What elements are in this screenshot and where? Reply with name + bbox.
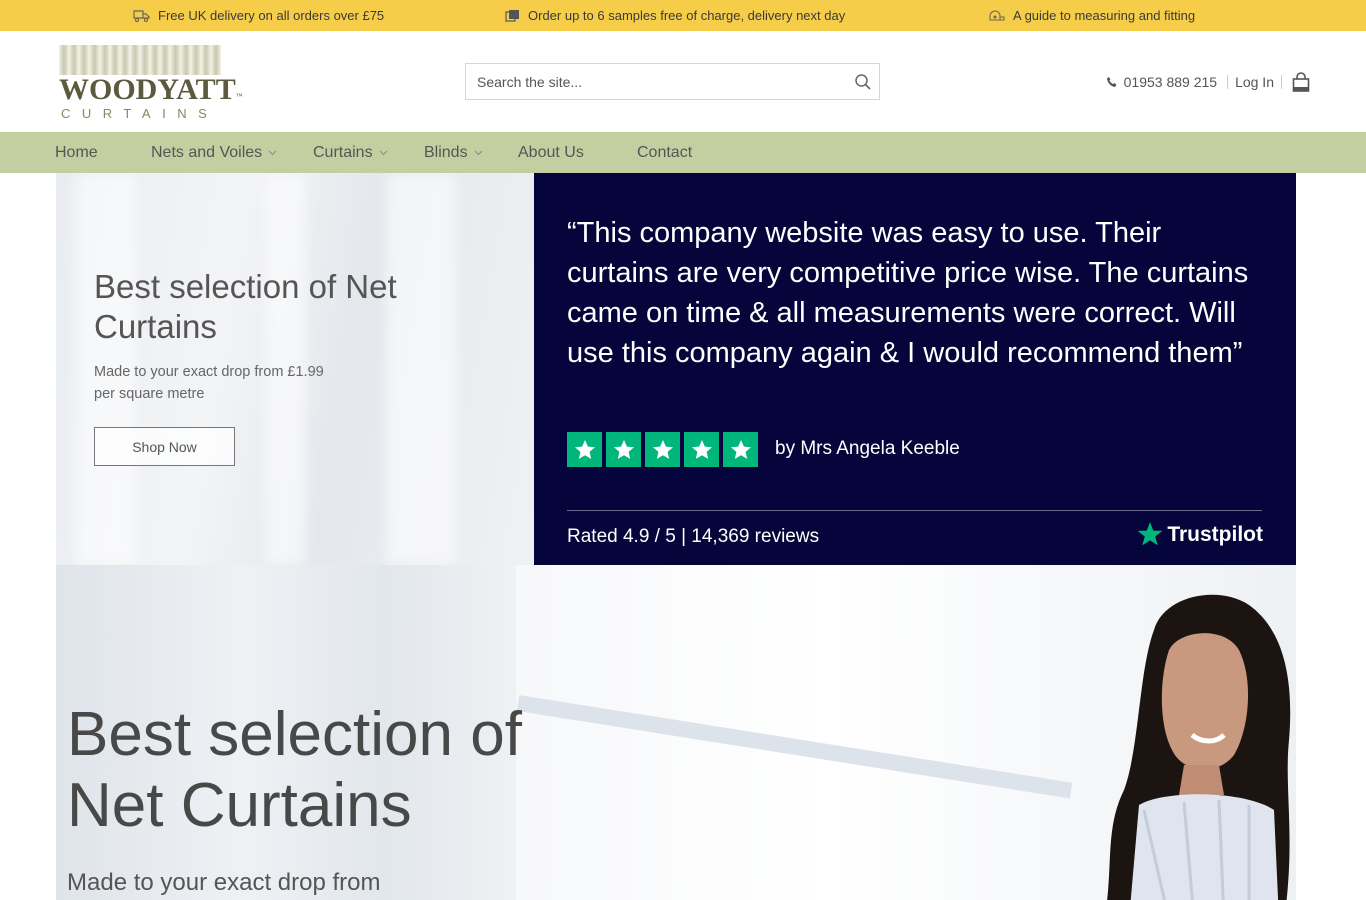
nav-label: Home [55, 143, 98, 161]
nav-item-nets-and-voiles[interactable]: Nets and Voiles [151, 132, 277, 173]
star-icon [684, 432, 719, 467]
nav-label: Contact [637, 143, 693, 161]
phone-number: 01953 889 215 [1123, 74, 1218, 90]
nav-label: Blinds [424, 143, 468, 161]
banner-title: Best selection of Net Curtains [94, 268, 397, 345]
announcement-bar: Free UK delivery on all orders over £75 … [0, 0, 1366, 31]
header-divider [1227, 75, 1229, 89]
trustpilot-logo[interactable]: Trustpilot [1136, 521, 1263, 548]
hero-title: Best selection of Net Curtains [67, 700, 522, 840]
login-link[interactable]: Log In [1235, 74, 1274, 90]
delivery-message[interactable]: Free UK delivery on all orders over £75 [133, 0, 384, 31]
logo-wordmark: WOODYATT™ [59, 73, 243, 106]
trustpilot-wordmark: Trustpilot [1167, 522, 1263, 546]
nav-item-about-us[interactable]: About Us [518, 132, 584, 173]
hero-subtitle: Made to your exact drop from [67, 869, 381, 896]
phone-icon [1106, 77, 1117, 87]
header-actions: 01953 889 215 Log In [1106, 71, 1310, 93]
site-header: WOODYATT™ CURTAINS 01953 889 215 Log In [0, 31, 1366, 132]
review-author: by Mrs Angela Keeble [775, 438, 960, 459]
chevron-down-icon [474, 150, 482, 155]
swatch-icon [505, 10, 519, 22]
nav-label: Nets and Voiles [151, 143, 263, 161]
delivery-text: Free UK delivery on all orders over £75 [158, 8, 385, 23]
site-logo[interactable]: WOODYATT™ CURTAINS [59, 45, 243, 121]
nav-item-home[interactable]: Home [55, 132, 98, 173]
curtain-drape [386, 173, 456, 565]
nav-label: Curtains [313, 143, 373, 161]
woman-photo [1107, 594, 1291, 900]
nav-item-blinds[interactable]: Blinds [424, 132, 483, 173]
star-icon [606, 432, 641, 467]
search-input[interactable] [466, 64, 846, 99]
tape-measure-icon [989, 10, 1005, 21]
star-rating [567, 432, 758, 467]
logo-subtitle: CURTAINS [61, 106, 219, 121]
trustpilot-review[interactable]: “This company website was easy to use. T… [534, 173, 1296, 565]
star-icon [723, 432, 758, 467]
star-icon [567, 432, 602, 467]
shop-now-button[interactable]: Shop Now [94, 427, 235, 466]
star-icon [645, 432, 680, 467]
net-curtains-banner[interactable]: Best selection of Net Curtains Made to y… [56, 173, 534, 565]
guide-message[interactable]: A guide to measuring and fitting [989, 0, 1195, 31]
truck-icon [133, 9, 150, 22]
nav-item-curtains[interactable]: Curtains [313, 132, 388, 173]
samples-text: Order up to 6 samples free of charge, de… [528, 8, 846, 23]
basket-icon[interactable] [1292, 72, 1310, 92]
main-nav: Home Nets and Voiles Curtains Blinds Abo… [0, 132, 1366, 173]
review-rating: Rated 4.9 / 5 | 14,369 reviews [567, 526, 820, 547]
header-divider [1281, 75, 1282, 89]
logo-pleats [59, 45, 221, 75]
guide-text: A guide to measuring and fitting [1013, 8, 1196, 23]
search-button[interactable] [853, 72, 873, 92]
trustpilot-star-icon [1137, 522, 1163, 546]
review-divider [567, 510, 1262, 511]
chevron-down-icon [379, 150, 387, 155]
review-quote: “This company website was easy to use. T… [567, 217, 1249, 369]
nav-item-contact[interactable]: Contact [637, 132, 692, 173]
nav-label: About Us [518, 143, 584, 161]
chevron-down-icon [268, 150, 277, 155]
net-curtains-hero[interactable]: Best selection of Net Curtains Made to y… [56, 565, 1296, 900]
banner-subtitle: Made to your exact drop from £1.99 per s… [94, 364, 324, 402]
search-box [465, 63, 880, 100]
samples-message[interactable]: Order up to 6 samples free of charge, de… [505, 0, 845, 31]
phone-link[interactable]: 01953 889 215 [1106, 74, 1217, 90]
search-icon [855, 74, 871, 90]
